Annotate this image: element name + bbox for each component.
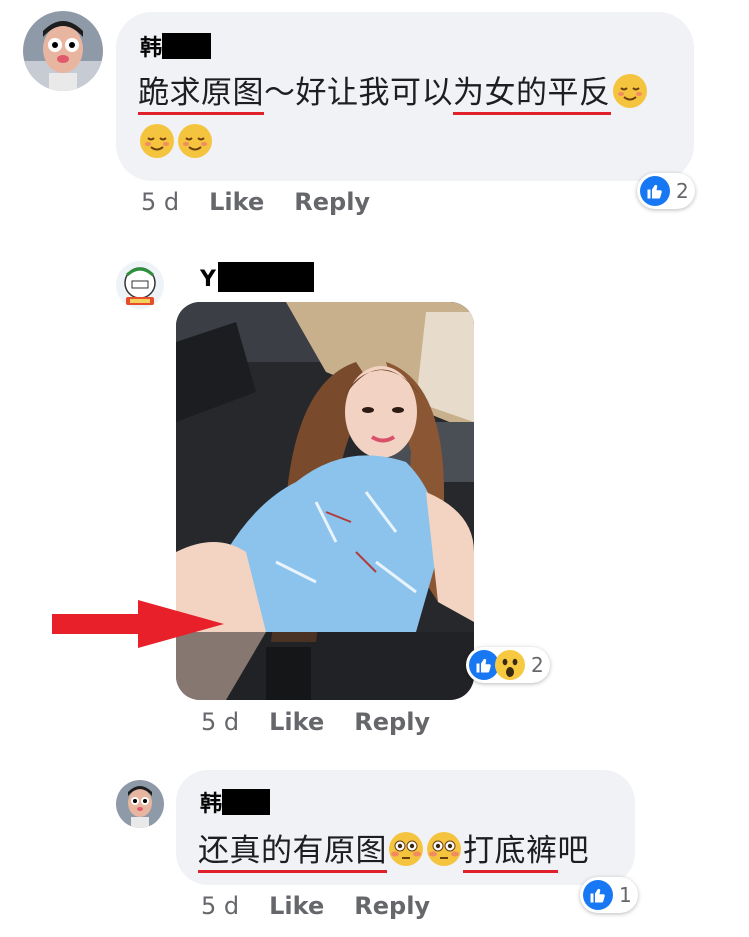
comment-text-segment: 打底裤	[463, 833, 558, 873]
relieved-face-emoji	[140, 124, 174, 158]
red-arrow-annotation	[52, 600, 224, 648]
like-reaction-icon	[640, 176, 670, 206]
commenter-avatar[interactable]	[23, 11, 103, 91]
reaction-summary[interactable]: 2	[466, 647, 550, 683]
comment-bubble: 韩 跪求原图～好让我可以为女的平反	[116, 12, 694, 181]
comment-text: 还真的有原图 打底裤吧	[198, 826, 589, 876]
reaction-count: 2	[531, 653, 544, 677]
commenter-avatar[interactable]	[116, 261, 164, 309]
relieved-face-emoji	[178, 124, 212, 158]
comment-bubble: 韩 还真的有原图 打底裤吧	[176, 770, 635, 885]
relieved-face-emoji	[612, 74, 647, 108]
redacted-name	[162, 33, 212, 59]
reaction-summary[interactable]: 1	[580, 877, 638, 913]
comment-text-segment: ～好让我可以	[264, 75, 453, 111]
reaction-count: 1	[619, 883, 632, 907]
reaction-count: 2	[676, 179, 689, 203]
comment-actions: 5 d Like Reply	[201, 892, 430, 920]
redacted-name	[217, 262, 314, 292]
comment-timestamp[interactable]: 5 d	[141, 188, 179, 216]
reply-button[interactable]: Reply	[294, 188, 370, 216]
comment-text: 跪求原图～好让我可以为女的平反	[138, 68, 683, 168]
comment-actions: 5 d Like Reply	[201, 708, 430, 736]
comment-timestamp[interactable]: 5 d	[201, 708, 239, 736]
flushed-face-emoji	[389, 832, 423, 866]
reply-button[interactable]: Reply	[354, 708, 430, 736]
comment-text-segment: 为女的平反	[453, 75, 611, 115]
reply-button[interactable]: Reply	[354, 892, 430, 920]
comment-author[interactable]: Y	[200, 262, 314, 292]
like-button[interactable]: Like	[269, 708, 324, 736]
redacted-name	[222, 789, 271, 815]
like-reaction-icon	[583, 880, 613, 910]
comment-text-segment: 吧	[557, 833, 589, 869]
like-button[interactable]: Like	[269, 892, 324, 920]
reaction-summary[interactable]: 2	[637, 173, 695, 209]
like-button[interactable]: Like	[209, 188, 264, 216]
flushed-face-emoji	[427, 832, 461, 866]
comment-author[interactable]: 韩	[140, 30, 212, 62]
comment-author[interactable]: 韩	[200, 786, 271, 818]
comment-text-segment: 还真的有原图	[198, 833, 387, 873]
comment-text-segment: 跪求原图	[138, 75, 264, 115]
wow-reaction-icon	[495, 650, 525, 680]
comment-actions: 5 d Like Reply	[141, 188, 370, 216]
commenter-avatar[interactable]	[116, 780, 164, 828]
comment-timestamp[interactable]: 5 d	[201, 892, 239, 920]
